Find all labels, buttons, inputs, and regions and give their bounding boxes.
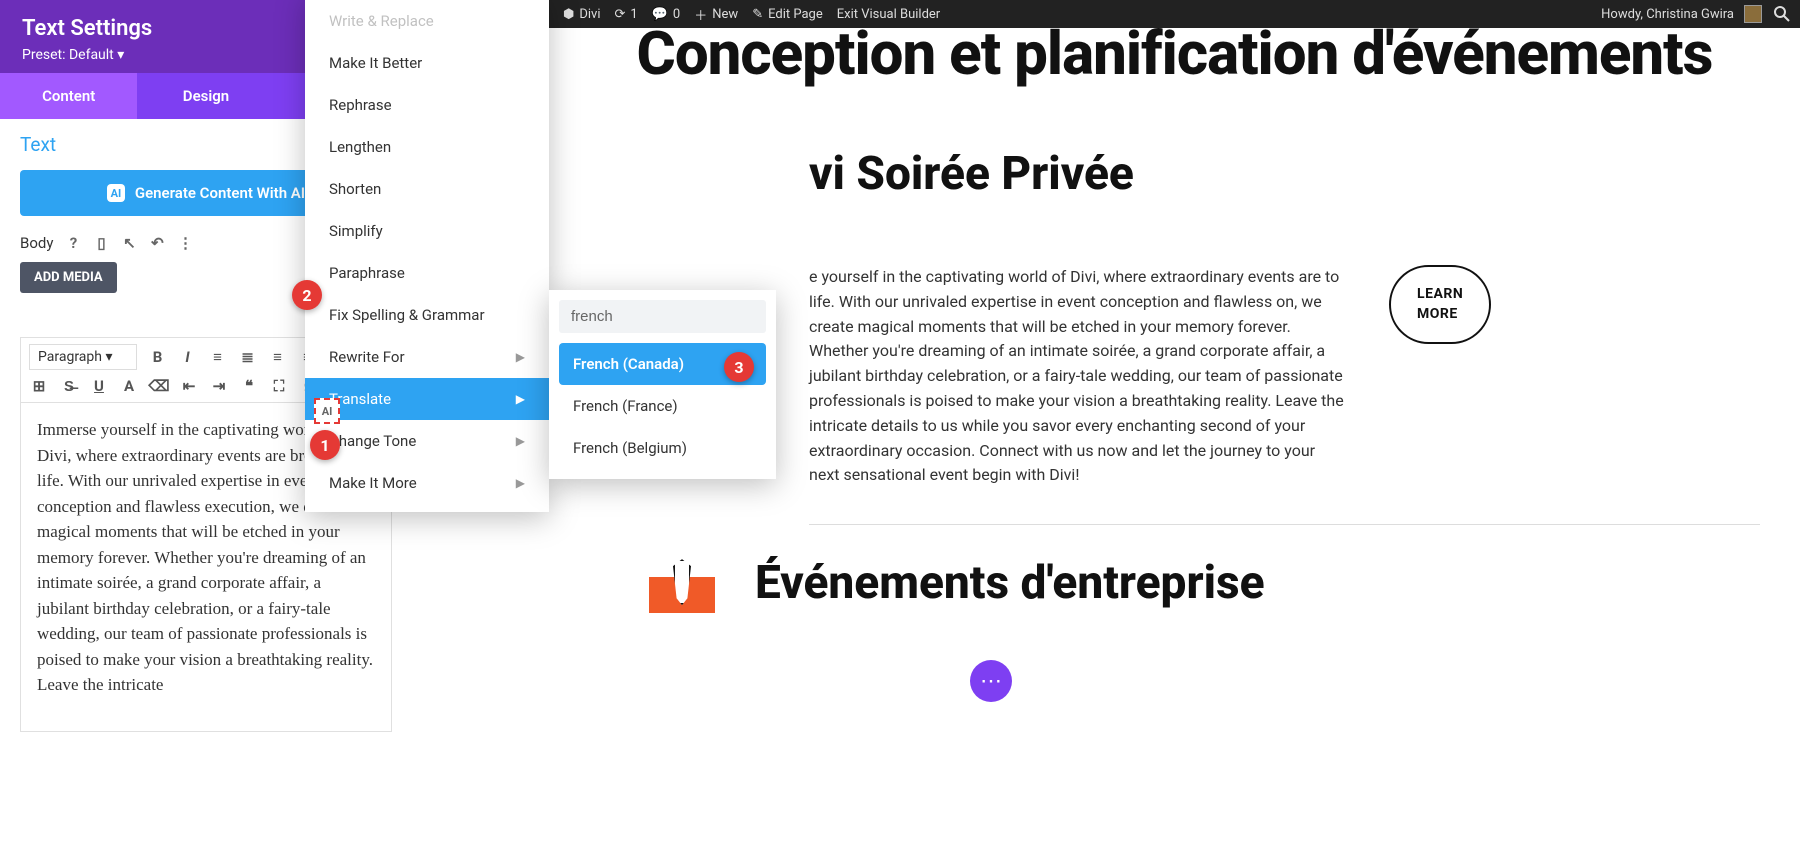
chevron-right-icon: ▶ <box>516 476 525 490</box>
refresh-icon: ⟳ <box>615 7 626 22</box>
admin-new[interactable]: ＋ New <box>694 5 738 24</box>
underline-icon[interactable]: U <box>89 376 109 396</box>
admin-howdy[interactable]: Howdy, Christina Gwira <box>1601 7 1734 22</box>
module-options-fab[interactable]: ⋯ <box>970 660 1012 702</box>
ai-item-rewrite-for[interactable]: Rewrite For▶ <box>305 336 549 378</box>
translate-submenu: French (Canada) French (France) French (… <box>549 290 776 479</box>
ai-item-make-it-more[interactable]: Make It More▶ <box>305 462 549 504</box>
avatar[interactable] <box>1744 5 1762 23</box>
section-evenements: Événements d'entreprise <box>649 553 1760 613</box>
section2-title: Événements d'entreprise <box>755 559 1265 607</box>
chevron-right-icon: ▶ <box>516 392 525 406</box>
admin-updates[interactable]: ⟳ 1 <box>615 7 638 22</box>
indent-out-icon[interactable]: ⇤ <box>179 376 199 396</box>
admin-divi-link[interactable]: ⬢ Divi <box>563 7 601 22</box>
section-title: vi Soirée Privée <box>809 147 1134 201</box>
clear-format-icon[interactable]: ⌫ <box>149 376 169 396</box>
add-media-button[interactable]: ADD MEDIA <box>20 262 117 293</box>
undo-icon[interactable]: ↶ <box>149 235 165 251</box>
ai-item-rephrase[interactable]: Rephrase <box>305 84 549 126</box>
lang-french-belgium[interactable]: French (Belgium) <box>559 427 766 469</box>
ai-item-lengthen[interactable]: Lengthen <box>305 126 549 168</box>
admin-edit-label: Edit Page <box>768 7 823 22</box>
callout-1: 1 <box>310 430 340 460</box>
divi-logo-icon: ⬢ <box>563 7 574 22</box>
ai-item-paraphrase[interactable]: Paraphrase <box>305 252 549 294</box>
tab-content[interactable]: Content <box>0 73 137 119</box>
bold-icon[interactable]: B <box>147 347 167 367</box>
section-soiree: vi Soirée Privée e yourself in the capti… <box>809 147 1760 525</box>
ai-item-make-better[interactable]: Make It Better <box>305 42 549 84</box>
admin-edit-page[interactable]: ✎ Edit Page <box>752 7 823 22</box>
ai-item-shorten[interactable]: Shorten <box>305 168 549 210</box>
admin-new-label: New <box>712 7 738 22</box>
more-icon[interactable]: ⋮ <box>177 235 193 251</box>
search-icon[interactable] <box>1772 4 1792 24</box>
number-list-icon[interactable]: ≣ <box>237 347 257 367</box>
pencil-icon: ✎ <box>752 7 763 22</box>
body-label: Body <box>20 234 53 252</box>
quote-icon[interactable]: ❝ <box>239 376 259 396</box>
align-left-icon[interactable]: ≡ <box>267 347 287 367</box>
callout-2: 2 <box>292 280 322 310</box>
comment-icon: 💬 <box>652 7 668 22</box>
learn-more-button[interactable]: LEARN MORE <box>1389 265 1491 344</box>
ai-item-change-tone[interactable]: Change Tone▶ <box>305 420 549 462</box>
lang-french-france[interactable]: French (France) <box>559 385 766 427</box>
ai-icon: AI <box>107 184 125 202</box>
update-count: 1 <box>630 7 637 22</box>
cursor-icon[interactable]: ↖ <box>121 235 137 251</box>
ai-item-simplify[interactable]: Simplify <box>305 210 549 252</box>
admin-comments[interactable]: 💬 0 <box>652 7 681 22</box>
help-icon[interactable]: ? <box>65 235 81 251</box>
callout-3: 3 <box>724 352 754 382</box>
hero-title: Conception et planification d'événements <box>589 22 1760 85</box>
chevron-down-icon: ▾ <box>117 47 124 63</box>
generate-label: Generate Content With AI <box>135 184 305 202</box>
language-search-input[interactable] <box>559 300 766 333</box>
indent-in-icon[interactable]: ⇥ <box>209 376 229 396</box>
chevron-right-icon: ▶ <box>516 350 525 364</box>
strike-icon[interactable]: S̶ <box>59 376 79 396</box>
chevron-right-icon: ▶ <box>516 434 525 448</box>
ai-item-fix-spelling[interactable]: Fix Spelling & Grammar <box>305 294 549 336</box>
section-body-text: e yourself in the captivating world of D… <box>809 265 1349 488</box>
italic-icon[interactable]: I <box>177 347 197 367</box>
ai-item-translate[interactable]: Translate▶ <box>305 378 549 420</box>
ai-inline-badge[interactable]: AI <box>314 398 340 424</box>
tab-design[interactable]: Design <box>137 73 274 119</box>
admin-divi-label: Divi <box>579 7 600 22</box>
bullet-list-icon[interactable]: ≡ <box>207 347 227 367</box>
tie-icon <box>649 553 715 613</box>
paragraph-select[interactable]: Paragraph ▾ <box>29 344 137 370</box>
mobile-icon[interactable]: ▯ <box>93 235 109 251</box>
plus-icon: ＋ <box>694 5 707 24</box>
comment-count: 0 <box>673 7 680 22</box>
admin-exit-vb[interactable]: Exit Visual Builder <box>837 7 940 22</box>
ai-context-menu: Write & Replace Make It Better Rephrase … <box>305 0 549 512</box>
text-color-icon[interactable]: A <box>119 376 139 396</box>
ai-item-write-replace[interactable]: Write & Replace <box>305 0 549 42</box>
fullscreen-icon[interactable]: ⛶ <box>269 376 289 396</box>
table-icon[interactable]: ⊞ <box>29 376 49 396</box>
